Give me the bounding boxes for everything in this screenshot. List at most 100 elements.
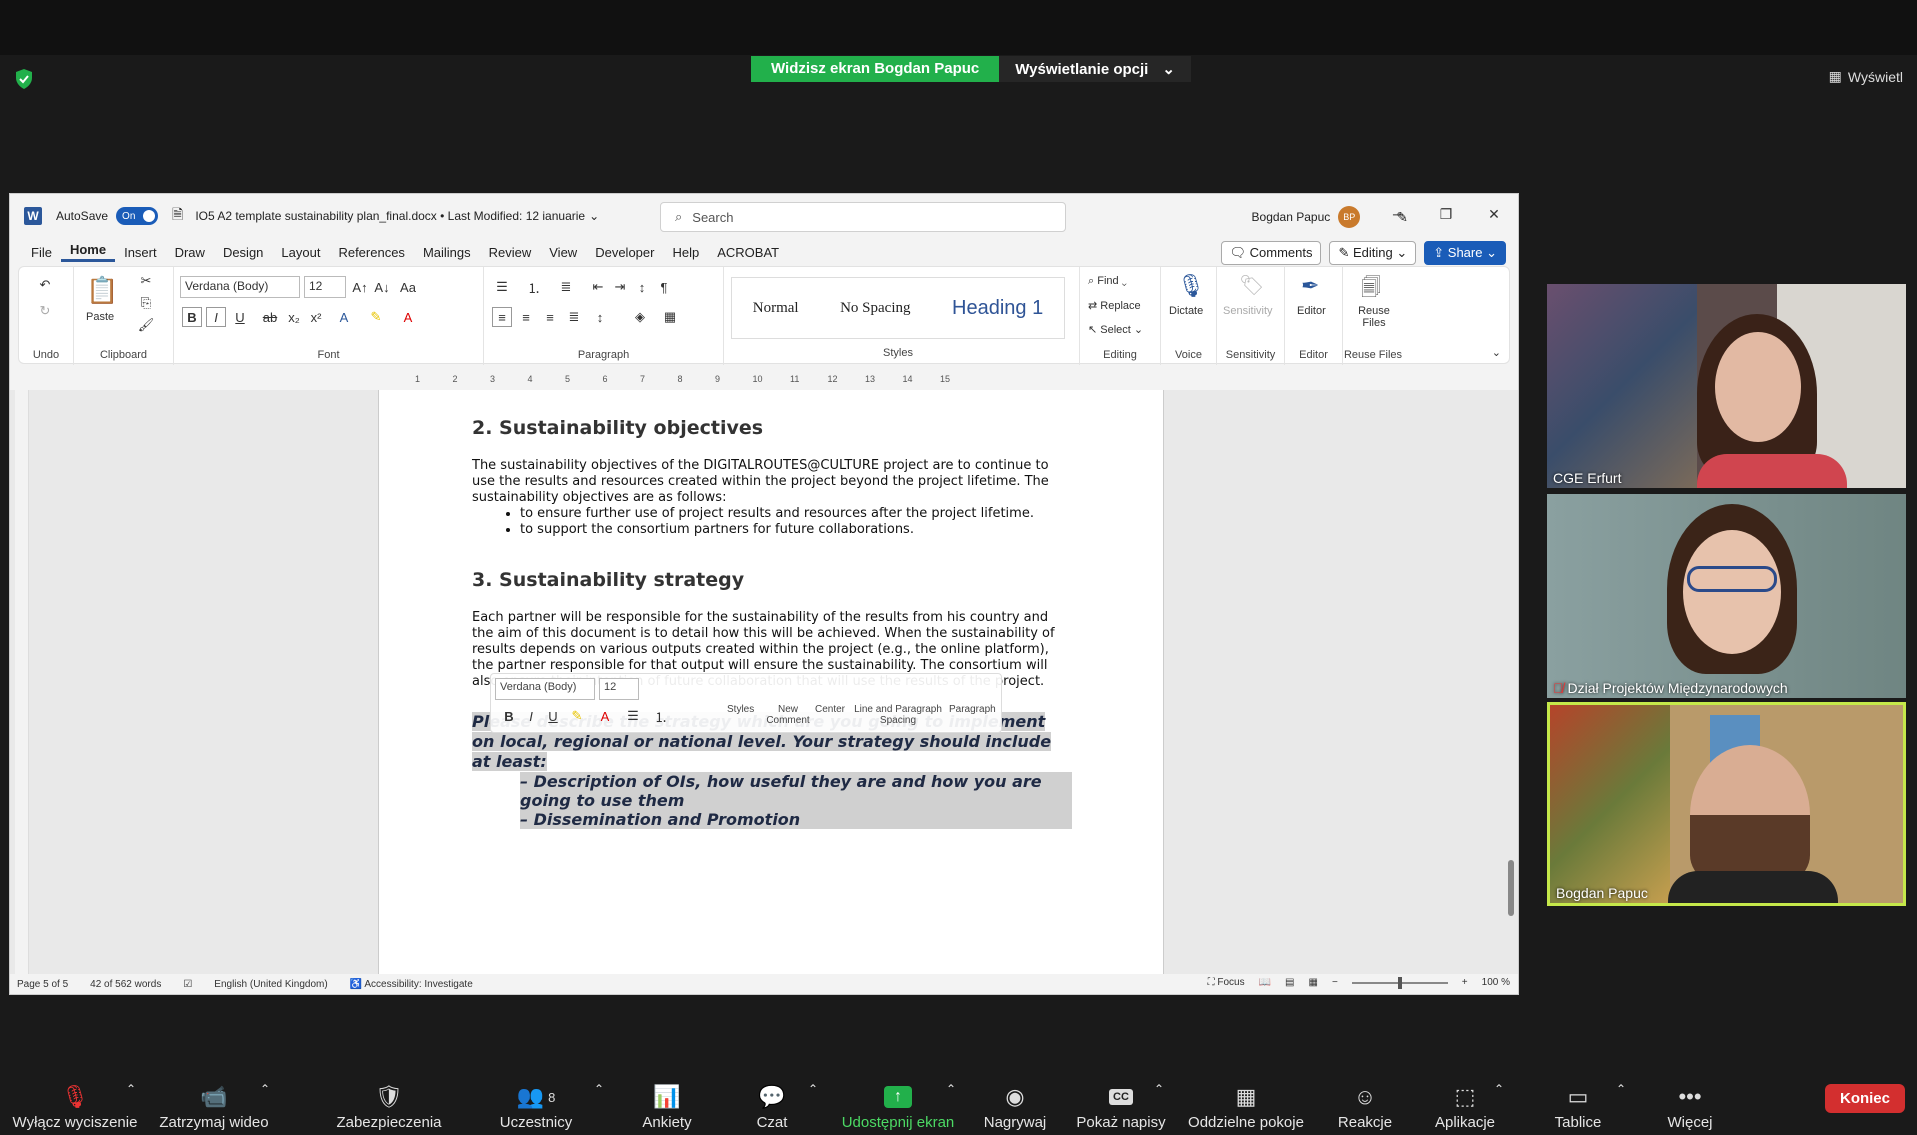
style-heading-1[interactable]: Heading 1 — [952, 297, 1043, 320]
reuse-files-button[interactable]: Reuse Files — [1351, 305, 1397, 329]
participant-tile[interactable]: 🎙̸ Dział Projektów Międzynarodowych — [1547, 494, 1906, 698]
microphone-icon[interactable]: 🎙 — [1177, 273, 1205, 299]
line-spacing-icon[interactable]: ↕ — [590, 307, 610, 327]
mini-font-color-icon[interactable]: A — [595, 706, 615, 726]
language-status[interactable]: English (United Kingdom) — [214, 979, 327, 990]
paste-label[interactable]: Paste — [86, 311, 114, 323]
underline-icon[interactable]: U — [230, 307, 250, 327]
web-layout-icon[interactable]: ▦ — [1309, 977, 1318, 988]
replace-button[interactable]: ⇄ Replace — [1088, 299, 1141, 312]
tab-draw[interactable]: Draw — [166, 245, 214, 260]
scrollbar-thumb[interactable] — [1508, 860, 1514, 916]
participants-button[interactable]: 👥 8 Uczestnicy — [496, 1080, 576, 1131]
mini-bullets-icon[interactable]: ☰ — [623, 706, 643, 726]
collapse-ribbon-icon[interactable]: ⌄ — [1492, 346, 1501, 359]
bold-icon[interactable]: B — [182, 307, 202, 327]
sensitivity-icon[interactable]: 🏷 — [1239, 273, 1264, 298]
mini-italic-icon[interactable]: I — [521, 706, 541, 726]
chevron-up-icon[interactable]: ⌃ — [808, 1082, 818, 1096]
tab-acrobat[interactable]: ACROBAT — [708, 245, 788, 260]
superscript-icon[interactable]: x² — [306, 307, 326, 327]
chevron-up-icon[interactable]: ⌃ — [1154, 1082, 1164, 1096]
style-no-spacing[interactable]: No Spacing — [840, 300, 910, 317]
increase-indent-icon[interactable]: ⇥ — [610, 277, 630, 297]
font-name-select[interactable]: Verdana (Body) — [180, 276, 300, 298]
read-mode-icon[interactable]: 📖 — [1259, 977, 1271, 988]
chevron-up-icon[interactable]: ⌃ — [1494, 1082, 1504, 1096]
unmute-button[interactable]: 🎙 Wyłącz wyciszenie — [12, 1080, 138, 1131]
find-button[interactable]: ⌕ Find ⌄ — [1088, 275, 1127, 288]
document-title[interactable]: IO5 A2 template sustainability plan_fina… — [195, 209, 585, 223]
whiteboards-button[interactable]: ▭ Tablice — [1548, 1080, 1608, 1131]
tab-home[interactable]: Home — [60, 242, 116, 262]
tab-developer[interactable]: Developer — [586, 245, 663, 260]
tab-insert[interactable]: Insert — [115, 245, 166, 260]
mini-line-spacing-button[interactable]: Line and Paragraph Spacing — [853, 704, 943, 726]
record-button[interactable]: ◉ Nagrywaj — [980, 1080, 1050, 1131]
select-button[interactable]: ↖ Select ⌄ — [1088, 323, 1143, 336]
word-count[interactable]: 42 of 562 words — [90, 979, 161, 990]
tab-help[interactable]: Help — [663, 245, 708, 260]
format-painter-icon[interactable]: 🖌 — [136, 315, 156, 335]
chevron-up-icon[interactable]: ⌃ — [126, 1082, 136, 1096]
bullets-icon[interactable]: ☰ — [492, 277, 512, 297]
security-button[interactable]: 🛡 Zabezpieczenia — [334, 1080, 444, 1131]
mini-highlight-icon[interactable]: ✎ — [567, 706, 587, 726]
align-center-icon[interactable]: ≡ — [516, 307, 536, 327]
mini-font-select[interactable]: Verdana (Body) — [495, 678, 595, 700]
strikethrough-icon[interactable]: ab — [260, 307, 280, 327]
style-normal[interactable]: Normal — [753, 300, 799, 317]
multilevel-list-icon[interactable]: ≣ — [556, 277, 576, 297]
chevron-up-icon[interactable]: ⌃ — [594, 1082, 604, 1096]
mini-underline-icon[interactable]: U — [543, 706, 563, 726]
editor-button[interactable]: Editor — [1297, 305, 1326, 317]
highlight-icon[interactable]: ✎ — [366, 307, 386, 327]
justify-icon[interactable]: ≣ — [564, 307, 584, 327]
paste-icon[interactable]: 📋 — [86, 275, 118, 306]
tab-mailings[interactable]: Mailings — [414, 245, 480, 260]
text-effects-icon[interactable]: A — [334, 307, 354, 327]
font-color-icon[interactable]: A — [398, 307, 418, 327]
participant-tile-active-speaker[interactable]: Bogdan Papuc — [1547, 702, 1906, 906]
mini-paragraph-button[interactable]: Paragraph — [949, 704, 996, 715]
view-button[interactable]: ▦ Wyświetl — [1829, 68, 1903, 85]
italic-icon[interactable]: I — [206, 307, 226, 327]
align-right-icon[interactable]: ≡ — [540, 307, 560, 327]
mini-size-select[interactable]: 12 — [599, 678, 639, 700]
apps-button[interactable]: ⬚ Aplikacje — [1428, 1080, 1502, 1131]
chevron-up-icon[interactable]: ⌃ — [946, 1082, 956, 1096]
share-button[interactable]: ⇪ Share ⌄ — [1424, 241, 1506, 265]
zoom-level[interactable]: 100 % — [1482, 977, 1510, 988]
participant-tile[interactable]: CGE Erfurt — [1547, 284, 1906, 488]
tab-view[interactable]: View — [540, 245, 586, 260]
tab-design[interactable]: Design — [214, 245, 272, 260]
chevron-up-icon[interactable]: ⌃ — [1616, 1082, 1626, 1096]
focus-button[interactable]: ⛶ Focus — [1208, 977, 1245, 988]
font-size-select[interactable]: 12 — [304, 276, 346, 298]
restore-icon[interactable]: ❐ — [1422, 194, 1470, 234]
mini-bold-icon[interactable]: B — [499, 706, 519, 726]
subscript-icon[interactable]: x₂ — [284, 307, 304, 327]
comments-button[interactable]: 🗨 Comments — [1220, 241, 1322, 265]
editor-pen-icon[interactable]: ✒ — [1301, 273, 1319, 299]
cut-icon[interactable]: ✂ — [136, 271, 156, 291]
reactions-button[interactable]: ☺ Reakcje — [1334, 1080, 1396, 1131]
borders-icon[interactable]: ▦ — [660, 307, 680, 327]
stop-video-button[interactable]: 📹 Zatrzymaj wideo — [156, 1080, 272, 1131]
copy-icon[interactable]: ⎘ — [136, 293, 156, 313]
polls-button[interactable]: 📊 Ankiety — [632, 1080, 702, 1131]
mini-new-comment-button[interactable]: New Comment — [766, 704, 810, 726]
sort-icon[interactable]: ↕ — [632, 277, 652, 297]
proofing-icon[interactable]: ☑ — [183, 979, 192, 990]
print-layout-icon[interactable]: ▤ — [1285, 977, 1294, 988]
reuse-files-icon[interactable]: 🗐 — [1361, 273, 1381, 307]
chevron-down-icon[interactable]: ⌄ — [589, 209, 599, 223]
chevron-up-icon[interactable]: ⌃ — [260, 1082, 270, 1096]
align-left-icon[interactable]: ≡ — [492, 307, 512, 327]
shading-icon[interactable]: ◈ — [630, 307, 650, 327]
save-icon[interactable]: 🗎 — [172, 204, 183, 228]
breakout-rooms-button[interactable]: ▦ Oddzielne pokoje — [1184, 1080, 1308, 1131]
view-options-button[interactable]: Wyświetlanie opcji ⌄ — [999, 56, 1191, 82]
zoom-slider[interactable] — [1351, 976, 1448, 989]
minimize-icon[interactable]: ─ — [1374, 194, 1422, 234]
